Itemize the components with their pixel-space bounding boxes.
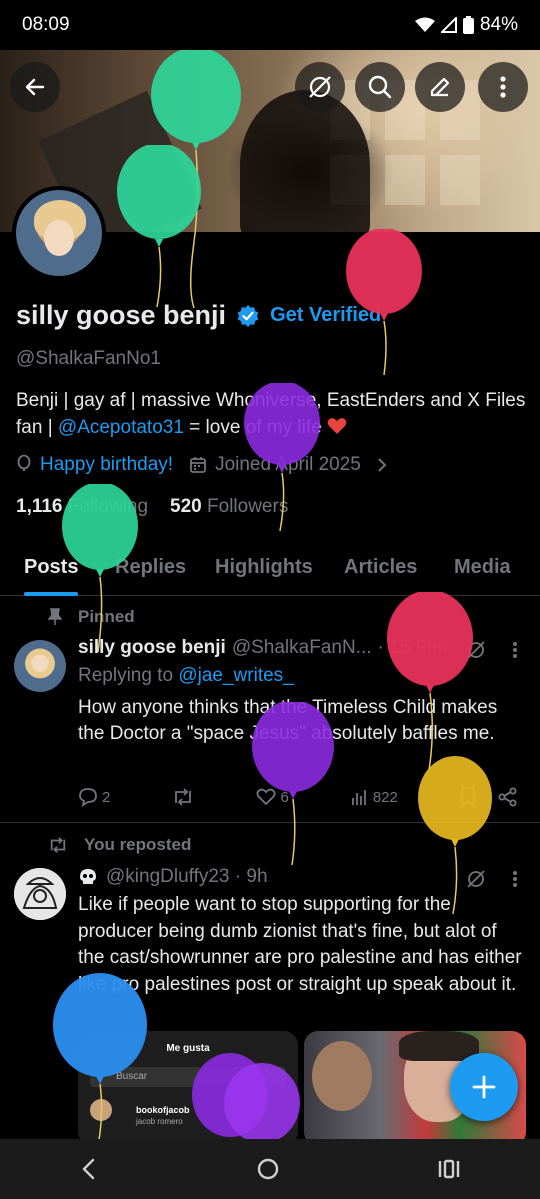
post-more-icon[interactable] [512,870,518,888]
avatar[interactable] [14,868,66,920]
profile-meta: Happy birthday! Joined April 2025 [16,454,387,476]
pinned-indicator: Pinned [48,607,135,627]
search-button[interactable] [355,62,405,112]
profile-handle: @ShalkaFanNo1 [16,348,161,369]
repost-icon [175,788,192,806]
follow-counts: 1,116 Following 520 Followers [16,496,288,518]
repost-handle: @kingDluffy23 · 9h [106,866,268,887]
tab-articles[interactable]: Articles [344,546,417,596]
grok-icon [309,76,331,98]
post-more-icon[interactable] [512,641,518,659]
battery-icon [462,16,474,34]
media-image[interactable]: Me gusta Buscar bookofjacob jacob romero [78,1031,298,1146]
bookmark-share-group [460,787,518,807]
profile-tabs: Posts Replies Highlights Articles Media [0,546,540,596]
following-count: 1,116 [16,496,63,517]
repost-header: @kingDluffy23 · 9h [78,866,268,888]
post-author-name[interactable]: silly goose benji [78,637,226,659]
edit-button[interactable] [415,62,465,112]
media-search-text: Buscar [116,1071,148,1082]
avatar[interactable] [14,640,66,692]
replying-to-link[interactable]: @jae_writes_ [178,665,293,686]
repost-indicator: You reposted [48,835,191,855]
grok-post-icon[interactable] [466,640,486,660]
media-user: bookofjacob [136,1105,190,1115]
pinned-label: Pinned [78,607,135,626]
system-nav-bar [0,1139,540,1199]
birthday-link[interactable]: Happy birthday! [40,454,173,476]
wifi-icon [414,17,435,32]
verified-icon [237,304,259,327]
share-icon[interactable] [498,787,518,807]
status-icons: 84% [414,14,518,36]
pinned-post-actions: 2 6 822 [78,787,518,807]
joined-date: Joined April 2025 [215,454,361,475]
repost-label: You reposted [84,835,192,854]
pin-icon [48,608,62,625]
followers-label: Followers [207,496,289,517]
bio-text-end: = love of my life [183,417,322,438]
repost-text[interactable]: Like if people want to stop supporting f… [78,892,526,998]
get-verified-link[interactable]: Get Verified [270,304,381,327]
post-author-handle: @ShalkaFanN... [231,637,372,658]
chevron-right-icon[interactable] [377,457,387,473]
status-time: 08:09 [22,14,70,35]
bookmark-icon[interactable] [460,787,476,807]
media-search-box: Buscar [90,1067,286,1087]
display-name: silly goose benji [16,300,227,330]
views-icon [351,790,366,805]
tab-posts[interactable]: Posts [24,546,79,596]
nav-back-icon[interactable] [79,1158,99,1180]
plus-icon [472,1075,496,1099]
signal-icon [440,17,457,33]
grok-button[interactable] [295,62,345,112]
name-row: silly goose benji Get Verified [16,300,381,331]
nav-home-icon[interactable] [256,1157,280,1181]
reply-count: 2 [102,788,111,806]
tab-media[interactable]: Media [454,546,511,596]
compose-button[interactable] [450,1053,518,1121]
tab-highlights[interactable]: Highlights [215,546,313,596]
replying-to: Replying to @jae_writes_ [78,665,294,687]
balloon-icon [17,455,31,471]
pinned-post-header: silly goose benji @ShalkaFanN... · 15 Fe… [78,637,448,659]
grok-post-icon[interactable] [466,869,486,889]
reply-icon [79,788,97,807]
followers-link[interactable]: 520 Followers [170,496,288,518]
skull-icon [80,869,96,884]
back-arrow-icon [25,78,45,96]
red-heart-icon [327,418,347,434]
bio-mention-link[interactable]: @Acepotato31 [58,417,184,438]
status-bar: 08:09 84% [0,0,540,50]
heart-icon [256,788,276,806]
nav-recents-icon[interactable] [437,1158,461,1180]
profile-bio: Benji | gay af | massive Whoniverse, Eas… [16,387,526,441]
calendar-icon [190,457,206,473]
like-button[interactable]: 6 [256,787,289,807]
profile-avatar[interactable] [12,186,106,280]
repost-button[interactable] [172,787,194,807]
repost-small-icon [50,837,66,853]
media-user-sub: jacob romero [136,1117,183,1126]
post-divider [0,822,540,823]
more-button[interactable] [478,62,528,112]
search-icon [368,75,392,99]
post-time: · 15 Feb [377,637,449,658]
replying-label: Replying to [78,665,174,686]
following-link[interactable]: 1,116 Following [16,496,148,518]
back-button[interactable] [10,62,60,112]
views-button[interactable]: 822 [351,787,398,807]
edit-icon [430,77,450,97]
battery-percent: 84% [479,14,518,35]
reply-button[interactable]: 2 [78,787,110,807]
view-count: 822 [372,788,398,806]
followers-count: 520 [170,496,202,517]
like-count: 6 [280,788,289,806]
pinned-post-text[interactable]: How anyone thinks that the Timeless Chil… [78,695,526,747]
more-icon [500,76,506,98]
tab-replies[interactable]: Replies [115,546,186,596]
media-title: Me gusta [166,1043,210,1054]
following-label: Following [67,496,149,517]
